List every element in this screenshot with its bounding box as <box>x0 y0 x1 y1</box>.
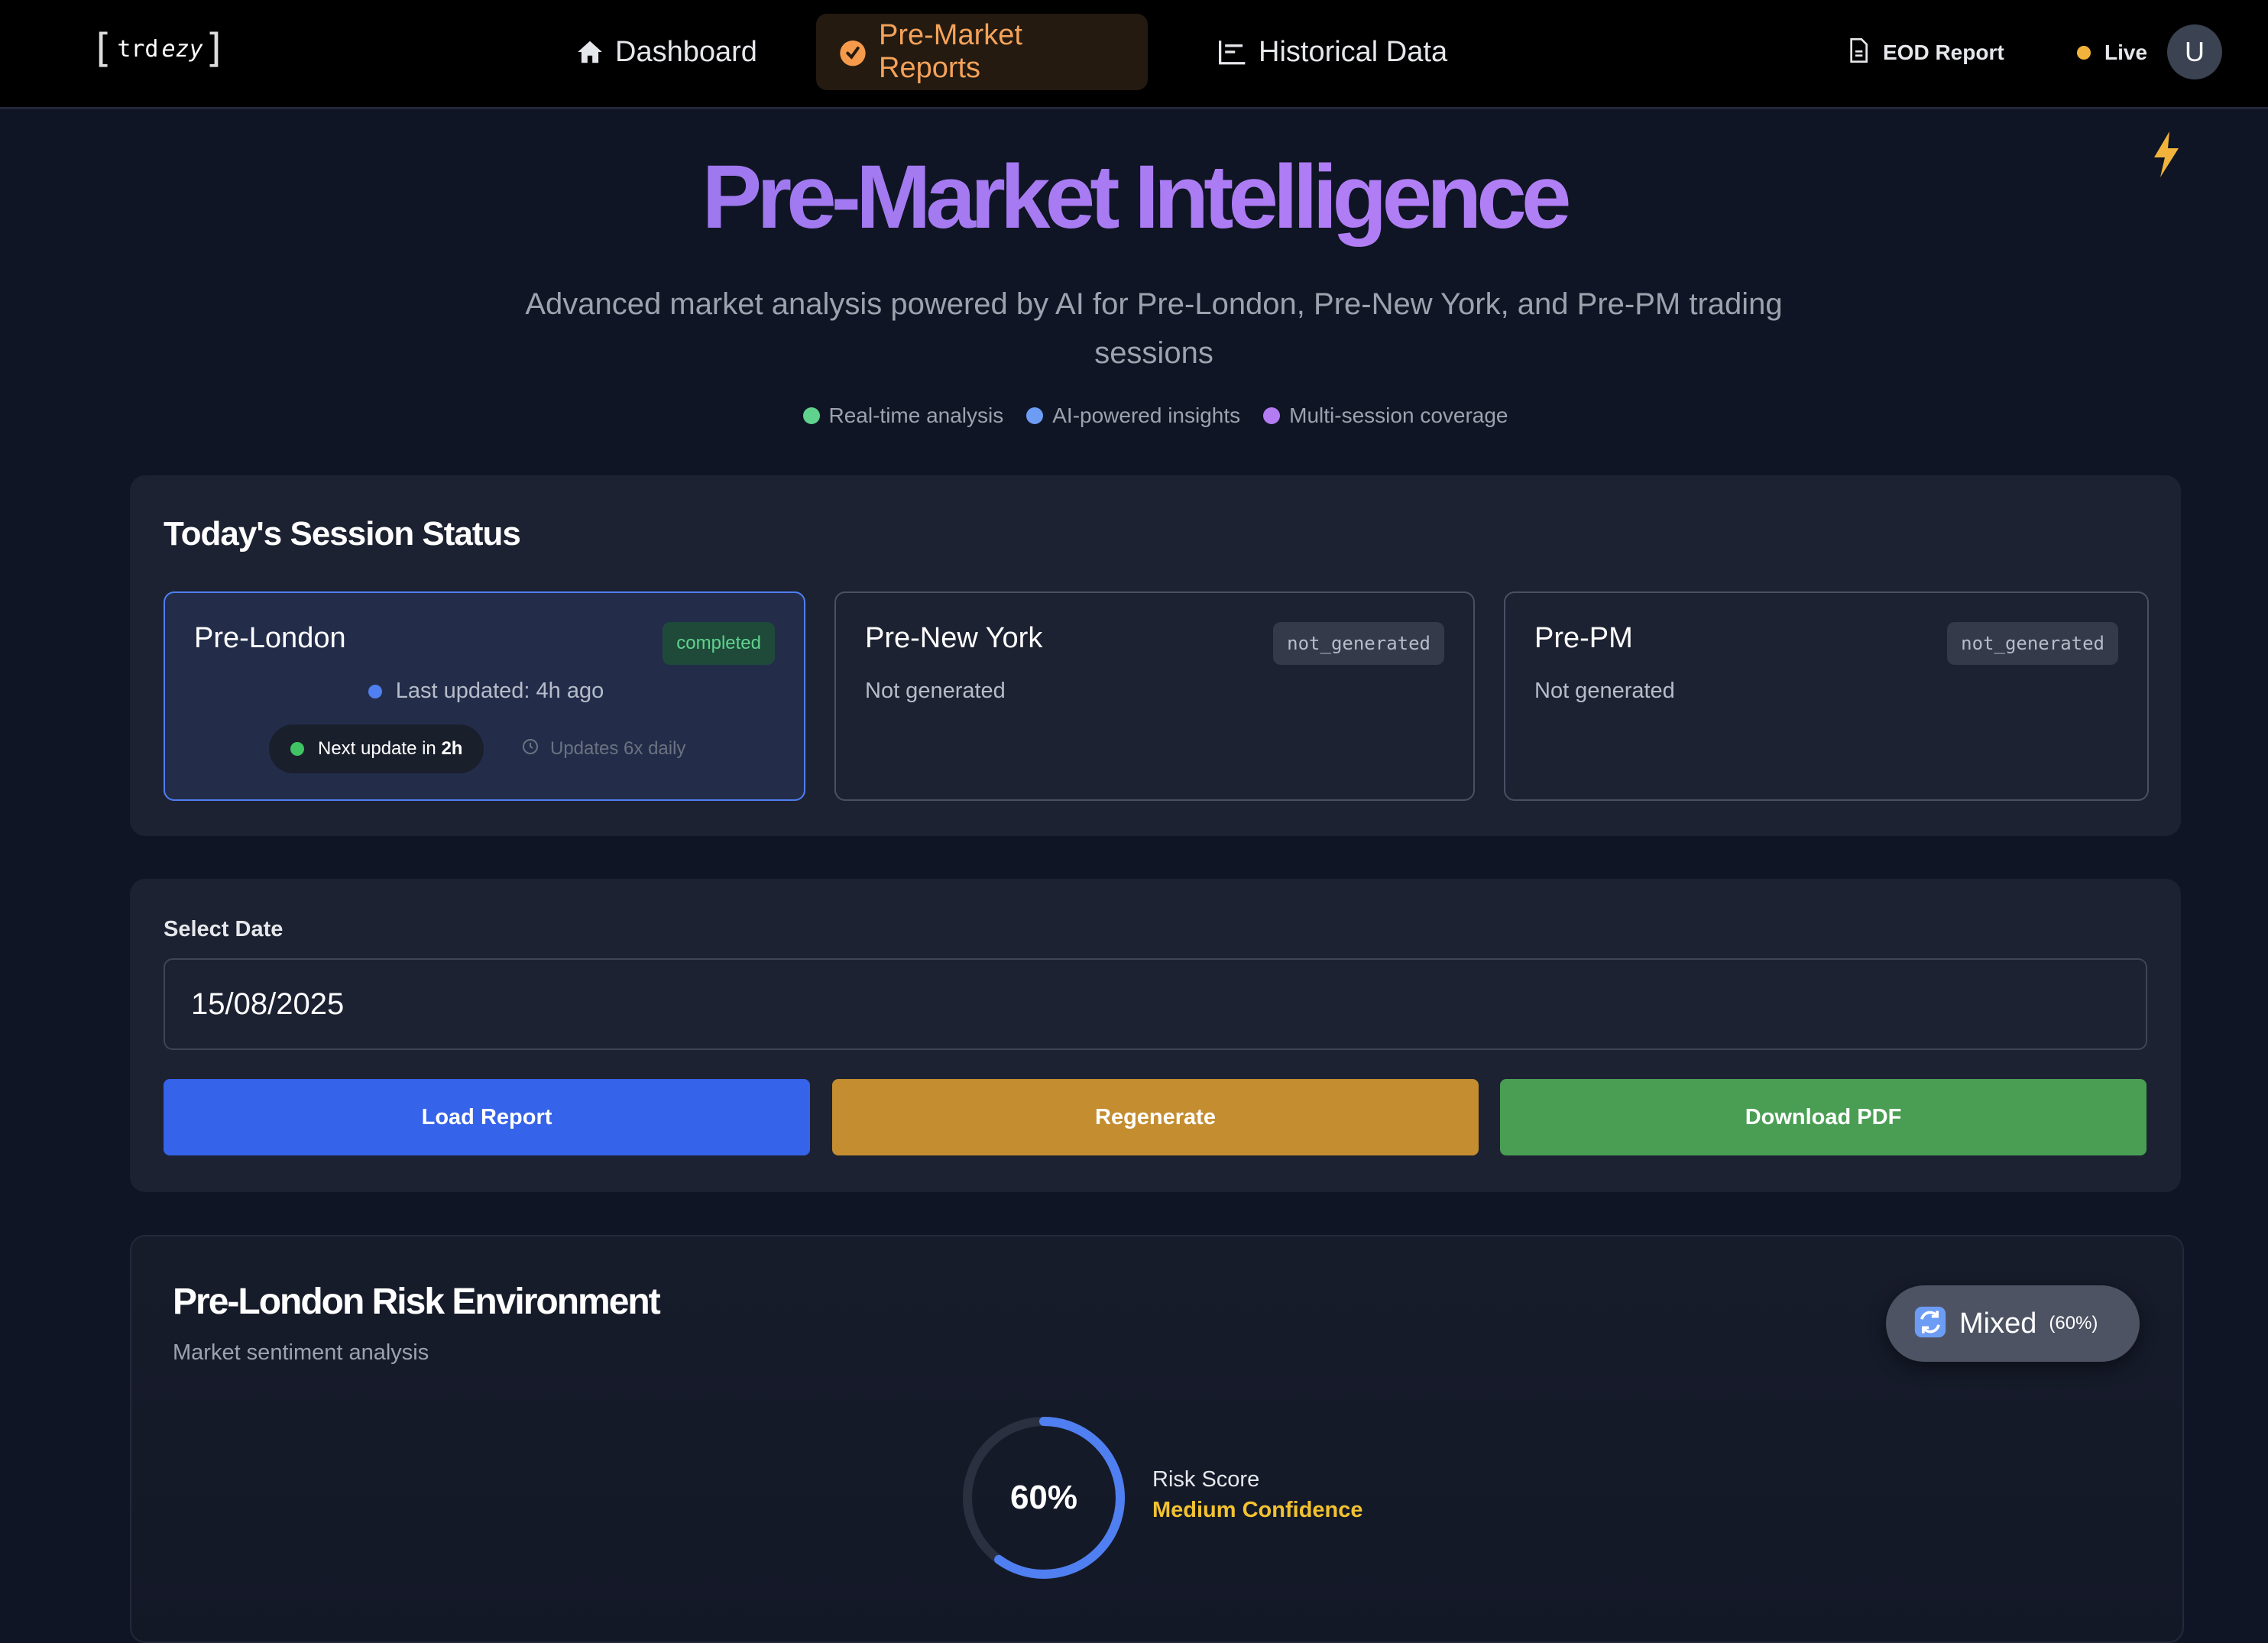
risk-confidence: Medium Confidence <box>1152 1498 1363 1522</box>
nav-pre-market-reports[interactable]: Pre-Market Reports <box>816 14 1148 90</box>
clock-icon <box>521 737 539 761</box>
session-card-pre-pm[interactable]: Pre-PM not_generated Not generated <box>1504 591 2149 801</box>
eod-report-link[interactable]: EOD Report <box>1848 29 2004 76</box>
status-badge: not_generated <box>1947 622 2118 665</box>
feature-dot <box>1263 407 1281 424</box>
live-label: Live <box>2104 41 2148 64</box>
updates-frequency: Updates 6x daily <box>521 724 685 773</box>
logo-accent-text: ezy <box>161 35 203 63</box>
nav-historical-label: Historical Data <box>1259 35 1448 68</box>
logo-bracket-right: ] <box>202 26 227 72</box>
feature-label: AI-powered insights <box>1052 403 1241 427</box>
date-input[interactable] <box>164 958 2147 1050</box>
nav-pre-market-label: Pre-Market Reports <box>879 19 1022 84</box>
nav-dashboard-label: Dashboard <box>615 35 757 68</box>
sentiment-label: Mixed <box>1959 1307 2037 1340</box>
live-dot <box>2077 46 2091 60</box>
logo-bracket-left: [ <box>90 26 115 72</box>
session-name: Pre-New York <box>865 622 1043 654</box>
app-logo[interactable]: [ trd ezy ] <box>90 29 227 69</box>
feature-dot <box>1026 407 1044 424</box>
last-updated: Last updated: 4h ago <box>165 679 807 704</box>
session-status-panel: Today's Session Status Pre-London comple… <box>130 475 2181 836</box>
eod-report-label: EOD Report <box>1883 41 2004 64</box>
session-status-title: Today's Session Status <box>164 515 521 553</box>
session-card-pre-new-york[interactable]: Pre-New York not_generated Not generated <box>834 591 1475 801</box>
regenerate-button[interactable]: Regenerate <box>832 1079 1479 1155</box>
page-subtitle: Advanced market analysis powered by AI f… <box>525 287 1783 370</box>
document-icon <box>1848 37 1869 68</box>
feature-item: AI-powered insights <box>1026 403 1240 428</box>
logo-text: trd <box>117 35 159 63</box>
risk-environment-panel: Pre-London Risk Environment Market senti… <box>130 1235 2184 1643</box>
updates-frequency-text: Updates 6x daily <box>550 738 686 759</box>
feature-label: Real-time analysis <box>828 403 1004 427</box>
nav-historical-data[interactable]: Historical Data <box>1196 14 1469 90</box>
next-update-text: Next update in 2h <box>318 738 462 760</box>
user-avatar[interactable]: U <box>2167 24 2222 79</box>
page-title: Pre-Market Intelligence <box>0 144 2268 251</box>
top-navbar: [ trd ezy ] Dashboard Pre-Market Reports… <box>0 0 2268 109</box>
feature-dot <box>802 407 820 424</box>
clock-badge-icon <box>838 37 868 67</box>
feature-label: Multi-session coverage <box>1289 403 1508 427</box>
next-update-pill: Next update in 2h <box>269 724 484 773</box>
next-update-prefix: Next update in <box>318 738 436 759</box>
sentiment-badge[interactable]: Mixed (60%) <box>1886 1285 2140 1362</box>
last-updated-text: Last updated: 4h ago <box>395 679 604 703</box>
session-state-text: Not generated <box>865 679 1006 703</box>
refresh-icon <box>1913 1305 1947 1343</box>
session-name: Pre-PM <box>1534 622 1633 654</box>
feature-list: Real-time analysis AI-powered insights M… <box>0 403 2268 428</box>
next-update-dot <box>290 742 304 756</box>
nav-dashboard[interactable]: Dashboard <box>554 14 779 90</box>
risk-score-label: Risk Score <box>1152 1467 1260 1492</box>
risk-score-value: 60% <box>1009 1479 1078 1516</box>
select-date-label: Select Date <box>164 917 284 941</box>
session-name: Pre-London <box>194 622 346 654</box>
session-state-text: Not generated <box>1534 679 1675 703</box>
feature-item: Multi-session coverage <box>1263 403 1508 428</box>
updated-dot <box>368 684 382 698</box>
risk-title: Pre-London Risk Environment <box>173 1282 661 1322</box>
session-card-pre-london[interactable]: Pre-London completed Last updated: 4h ag… <box>164 591 805 801</box>
next-update-value: 2h <box>441 738 463 759</box>
feature-item: Real-time analysis <box>802 403 1004 428</box>
live-indicator: Live <box>2077 29 2147 76</box>
status-badge: not_generated <box>1273 622 1444 665</box>
chart-icon <box>1217 38 1248 66</box>
sentiment-percent: (60%) <box>2049 1313 2098 1334</box>
load-report-button[interactable]: Load Report <box>164 1079 810 1155</box>
status-badge: completed <box>663 622 775 665</box>
risk-subtitle: Market sentiment analysis <box>173 1340 429 1365</box>
download-pdf-button[interactable]: Download PDF <box>1500 1079 2146 1155</box>
report-controls-panel: Select Date Load Report Regenerate Downl… <box>130 879 2181 1192</box>
home-icon <box>575 37 604 66</box>
